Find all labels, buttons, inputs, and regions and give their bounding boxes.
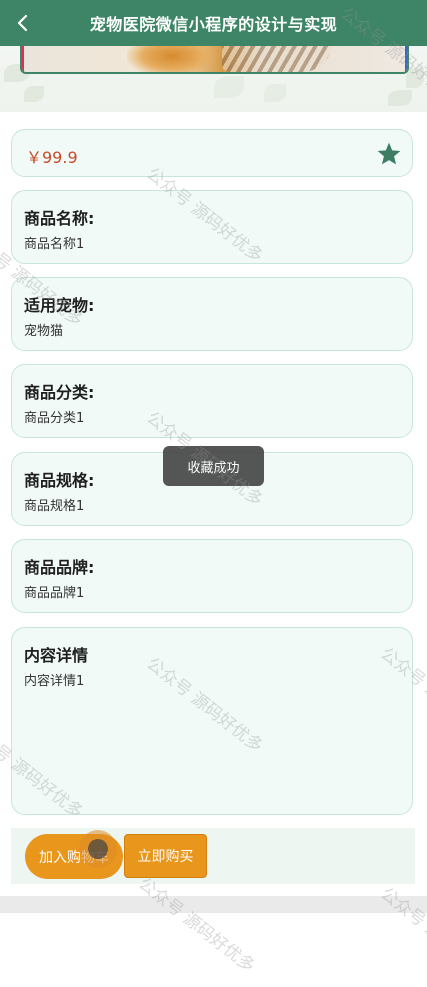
buy-now-button[interactable]: 立即购买: [124, 834, 207, 878]
field-label: 商品名称:: [24, 209, 95, 228]
content-detail-card: 内容详情 内容详情1: [11, 627, 413, 815]
page-title: 宠物医院微信小程序的设计与实现: [89, 15, 338, 34]
chevron-left-icon: [17, 14, 28, 32]
product-image[interactable]: [20, 46, 409, 74]
product-name-card: 商品名称: 商品名称1: [11, 190, 413, 264]
field-label: 商品规格:: [24, 471, 95, 490]
detail-title: 内容详情: [24, 646, 89, 665]
field-label: 适用宠物:: [24, 296, 95, 315]
field-value: 商品名称1: [24, 237, 85, 252]
field-label: 商品分类:: [24, 383, 95, 402]
top-nav-bar: 宠物医院微信小程序的设计与实现: [0, 0, 427, 46]
field-value: 宠物猫: [24, 324, 64, 339]
field-value: 商品分类1: [24, 411, 85, 426]
footer-strip: [0, 896, 427, 913]
product-category-card: 商品分类: 商品分类1: [11, 364, 413, 438]
bottom-action-bar: 加入购物车 立即购买: [11, 828, 415, 884]
product-price: ￥99.9: [26, 148, 78, 167]
back-button[interactable]: [8, 8, 38, 38]
toast-message: 收藏成功: [163, 446, 264, 486]
price-card: ￥99.9: [11, 129, 413, 177]
field-value: 商品规格1: [24, 499, 85, 514]
star-icon[interactable]: [376, 141, 402, 167]
applicable-pet-card: 适用宠物: 宠物猫: [11, 277, 413, 351]
detail-value: 内容详情1: [24, 674, 85, 689]
touch-indicator: [79, 830, 117, 868]
product-brand-card: 商品品牌: 商品品牌1: [11, 539, 413, 613]
watermark: 公众号 源码好优多: [134, 873, 259, 977]
field-value: 商品品牌1: [24, 586, 85, 601]
field-label: 商品品牌:: [24, 558, 95, 577]
